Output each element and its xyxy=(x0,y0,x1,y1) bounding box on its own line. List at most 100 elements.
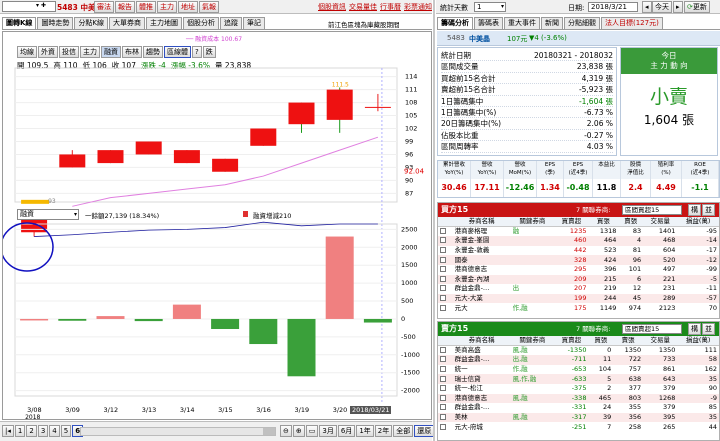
checkbox-icon[interactable] xyxy=(440,247,446,254)
column-header[interactable]: 買賣超 xyxy=(554,336,589,347)
table-row[interactable]: 港商麥格理融 1235 1318 83 1401 -95 xyxy=(438,226,719,237)
checkbox-icon[interactable] xyxy=(440,356,446,363)
table-row[interactable]: 元大-大業 199 244 45 289 -57 xyxy=(438,293,719,304)
tab-kline[interactable]: 圖轉K線 xyxy=(2,17,37,29)
link-stock-info[interactable]: 個股資訊 xyxy=(318,2,346,12)
broker-name[interactable]: 永豐金-內湖 xyxy=(453,275,511,285)
date-input[interactable]: 2018/3/21 xyxy=(588,2,638,12)
checkbox-icon[interactable] xyxy=(440,275,446,282)
checkbox-icon[interactable] xyxy=(440,295,446,302)
broker-name[interactable]: 群益金鼎-… xyxy=(453,284,511,294)
toolbar-button[interactable]: 審法 xyxy=(94,1,114,13)
toolbar-button[interactable]: 報告 xyxy=(115,1,135,13)
range-button[interactable]: 3月 xyxy=(319,425,337,437)
table-row[interactable]: 永豐金-敦義 442 523 81 604 -17 xyxy=(438,245,719,256)
broker-name[interactable]: 元大 xyxy=(453,303,511,313)
sell-filter-select[interactable]: 區間賣超15 xyxy=(622,324,682,334)
checkbox-icon[interactable] xyxy=(440,266,446,273)
checkbox-icon[interactable] xyxy=(440,414,446,421)
column-header[interactable]: 賣張 xyxy=(613,336,644,347)
table-row[interactable]: 統一-松江 -375 2 377 379 90 xyxy=(438,383,719,394)
link-volume[interactable]: 交易量佳 xyxy=(349,2,377,12)
tab-target[interactable]: 法人目標(127元) xyxy=(601,17,663,29)
table-row[interactable]: 群益金鼎-… -331 24 355 379 85 xyxy=(438,403,719,413)
table-row[interactable]: 元大 作,融 175 1149 974 2123 70 xyxy=(438,303,719,313)
tab-notes[interactable]: 筆記 xyxy=(243,17,266,29)
table-row[interactable]: 群益金鼎-… 出 207 219 12 231 -11 xyxy=(438,284,719,294)
row-checkbox-icon[interactable] xyxy=(438,355,453,365)
checkbox-icon[interactable] xyxy=(440,404,446,411)
column-header[interactable]: 關鍵券商 xyxy=(510,217,555,228)
page-button[interactable]: 5 xyxy=(60,425,72,437)
table-row[interactable]: 永豐金-內湖 209 215 6 221 -5 xyxy=(438,274,719,285)
prev-day-icon[interactable]: ◂ xyxy=(642,1,652,13)
column-header[interactable]: 損益(萬) xyxy=(677,336,719,347)
tab-main-map[interactable]: 主力地圖 xyxy=(146,17,183,29)
fit-icon[interactable]: ▭ xyxy=(305,425,319,437)
broker-name[interactable]: 永豐金-敦義 xyxy=(453,246,511,256)
row-checkbox-icon[interactable] xyxy=(438,346,453,356)
column-header[interactable]: 交易量 xyxy=(643,217,678,228)
page-button[interactable]: 1 xyxy=(14,425,26,437)
broker-name[interactable]: 統一 xyxy=(453,365,511,375)
checkbox-icon[interactable] xyxy=(440,304,446,311)
row-checkbox-icon[interactable] xyxy=(438,413,453,423)
column-header[interactable]: 券商名稱 xyxy=(452,336,511,347)
buy-btn-merge[interactable]: 並 xyxy=(702,204,715,216)
broker-name[interactable]: 美商高盛 xyxy=(453,346,511,356)
checkbox-icon[interactable] xyxy=(440,394,446,401)
checkbox-icon[interactable] xyxy=(440,285,446,292)
tab-analysis[interactable]: 個股分析 xyxy=(183,17,220,29)
range-button[interactable]: 2年 xyxy=(374,425,393,437)
column-header[interactable]: 損益(萬) xyxy=(677,217,719,228)
zoom-in-icon[interactable]: ⊕ xyxy=(292,425,305,437)
broker-name[interactable]: 港商德意志 xyxy=(453,265,511,275)
tab-chip-table[interactable]: 籌碼表 xyxy=(474,17,503,29)
broker-name[interactable]: 元大-府城 xyxy=(453,422,511,432)
table-row[interactable]: 元大-府城 -251 7 258 265 44 xyxy=(438,422,719,432)
page-button[interactable]: 3 xyxy=(37,425,49,437)
table-row[interactable]: 美林 風,融 -317 39 356 395 35 xyxy=(438,412,719,423)
range-select[interactable]: 1 ▾ xyxy=(474,2,506,12)
row-checkbox-icon[interactable] xyxy=(438,374,453,384)
row-checkbox-icon[interactable] xyxy=(438,422,453,432)
toolbar-button[interactable]: 體推 xyxy=(136,1,156,13)
zoom-out-icon[interactable]: ⊖ xyxy=(280,425,292,437)
stock-select[interactable] xyxy=(2,1,56,12)
checkbox-icon[interactable] xyxy=(440,366,446,373)
page-button[interactable]: 4 xyxy=(49,425,60,437)
row-checkbox-icon[interactable] xyxy=(438,236,453,246)
range-button[interactable]: 全部 xyxy=(393,425,414,437)
table-row[interactable]: 美商高盛 風,融 -1350 0 1350 1350 111 xyxy=(438,345,719,356)
broker-name[interactable]: 港商麥格理 xyxy=(453,227,511,237)
row-checkbox-icon[interactable] xyxy=(438,365,453,375)
row-checkbox-icon[interactable] xyxy=(438,284,453,294)
row-checkbox-icon[interactable] xyxy=(438,255,453,265)
table-row[interactable]: 群益金鼎-… 出,融 -711 11 722 733 58 xyxy=(438,355,719,365)
column-header[interactable]: 券商名稱 xyxy=(452,217,511,228)
dropdown-arrow-icon[interactable]: ▾ ✚ xyxy=(36,2,46,9)
checkbox-icon[interactable] xyxy=(440,256,446,263)
nav-first-icon[interactable]: |◂ xyxy=(2,425,14,437)
tab-events[interactable]: 重大事件 xyxy=(504,17,540,29)
broker-name[interactable]: 群益金鼎-… xyxy=(453,403,511,413)
checkbox-icon[interactable] xyxy=(440,347,446,354)
broker-name[interactable]: 港商德意志 xyxy=(453,394,511,404)
broker-name[interactable]: 國泰 xyxy=(453,255,511,265)
buy-btn-structure[interactable]: 構 xyxy=(688,204,701,216)
broker-name[interactable]: 瑞士信貸 xyxy=(453,374,511,384)
table-row[interactable]: 港商德意志 風,融 -338 465 803 1268 -9 xyxy=(438,393,719,404)
table-row[interactable]: 國泰 328 424 96 520 -12 xyxy=(438,255,719,265)
broker-name[interactable]: 美林 xyxy=(453,413,511,423)
scroll-thumb[interactable] xyxy=(263,428,275,435)
toolbar-button[interactable]: 氣報 xyxy=(199,1,219,13)
checkbox-icon[interactable] xyxy=(440,385,446,392)
table-row[interactable]: 永豐金-峯園 460 464 4 468 -14 xyxy=(438,236,719,246)
row-checkbox-icon[interactable] xyxy=(438,403,453,413)
sell-btn-merge[interactable]: 並 xyxy=(702,323,715,335)
column-header[interactable]: 賣張 xyxy=(618,217,644,228)
table-row[interactable]: 瑞士信貸 風,作,融 -633 5 638 643 35 xyxy=(438,374,719,384)
broker-name[interactable]: 統一-松江 xyxy=(453,384,511,394)
column-header[interactable]: 關鍵券商 xyxy=(510,336,555,347)
checkbox-icon[interactable] xyxy=(440,237,446,244)
